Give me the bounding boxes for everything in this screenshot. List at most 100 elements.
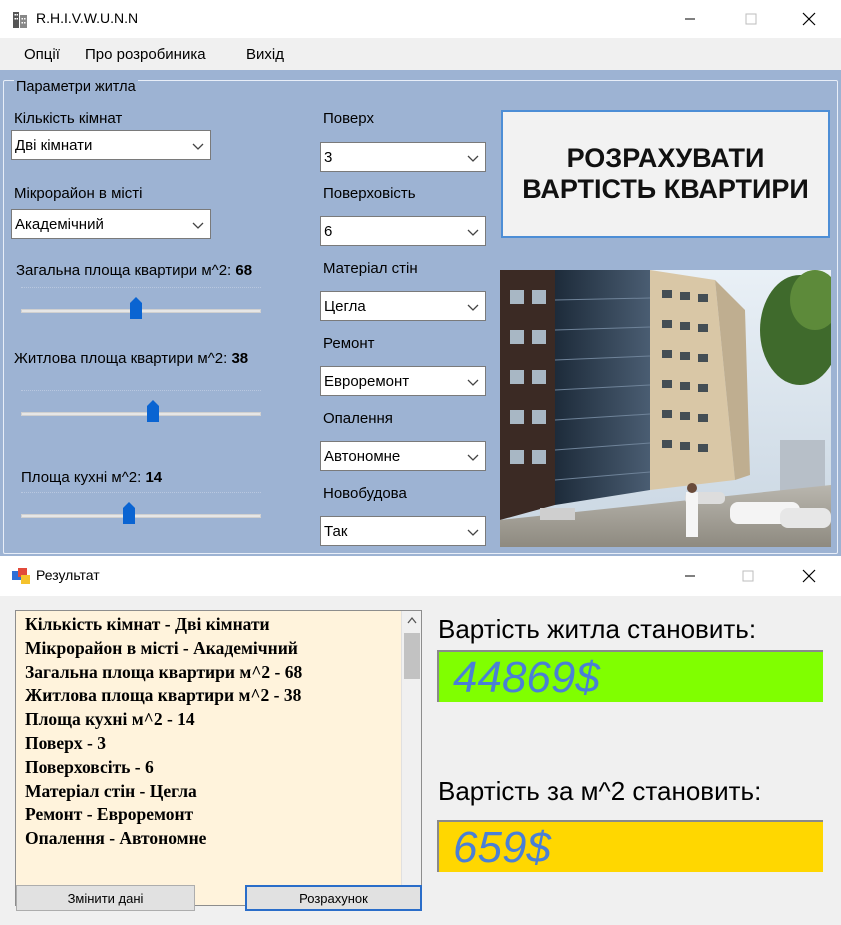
rooms-label: Кількість кімнат — [14, 110, 123, 127]
district-combobox[interactable]: Академічний — [11, 209, 211, 239]
close-button[interactable] — [786, 0, 832, 38]
calculate-price-button[interactable]: РОЗРАХУВАТИ ВАРТІСТЬ КВАРТИРИ — [501, 110, 830, 238]
listbox-scrollbar[interactable] — [401, 611, 421, 905]
close-icon — [802, 12, 816, 26]
maximize-icon — [742, 570, 754, 582]
living-area-label-text: Житлова площа квартири м^2: — [14, 350, 228, 367]
heating-value: Автономне — [324, 448, 401, 465]
wall-material-combobox[interactable]: Цегла — [320, 291, 486, 321]
chevron-down-icon — [192, 222, 204, 229]
slider-track — [21, 514, 261, 518]
calculate-button-line1: РОЗРАХУВАТИ — [566, 143, 765, 173]
slider-ticks — [21, 287, 261, 291]
floor-value: 3 — [324, 149, 333, 166]
main-titlebar: R.H.I.V.W.U.N.N — [0, 0, 841, 38]
menu-about[interactable]: Про розробиника — [85, 46, 206, 63]
list-item[interactable]: Матеріал стін - Цегла — [25, 780, 302, 804]
renovation-value: Евроремонт — [324, 373, 410, 390]
scroll-up-icon[interactable] — [407, 616, 417, 624]
district-value: Академічний — [15, 216, 104, 233]
district-label: Мікрорайон в місті — [14, 185, 143, 202]
list-item[interactable]: Опалення - Автономне — [25, 827, 302, 851]
wall-material-label: Матеріал стін — [323, 260, 418, 277]
per-m2-output: 659$ — [437, 820, 823, 872]
list-item[interactable]: Площа кухні м^2 - 14 — [25, 708, 302, 732]
slider-thumb[interactable] — [129, 297, 143, 319]
renovation-label: Ремонт — [323, 335, 375, 352]
new-building-combobox[interactable]: Так — [320, 516, 486, 546]
heating-combobox[interactable]: Автономне — [320, 441, 486, 471]
chevron-down-icon — [467, 529, 479, 536]
close-icon — [802, 569, 816, 583]
kitchen-area-value: 14 — [145, 469, 163, 486]
apartment-building-image — [500, 270, 831, 547]
groupbox-title: Параметри житла — [14, 79, 138, 95]
result-titlebar: Результат — [0, 556, 841, 596]
chevron-down-icon — [467, 155, 479, 162]
list-item[interactable]: Ремонт - Евроремонт — [25, 803, 302, 827]
parameters-panel: Параметри житла Кількість кімнат Дві кім… — [0, 70, 841, 556]
list-item[interactable]: Поверх - 3 — [25, 732, 302, 756]
rooms-value: Дві кімнати — [15, 137, 93, 154]
main-window: R.H.I.V.W.U.N.N Опції Про розробиника Ви… — [0, 0, 841, 556]
result-window: Результат Кількість кімнат - Дві кімнати… — [0, 556, 841, 925]
slider-thumb[interactable] — [146, 400, 160, 422]
kitchen-area-slider[interactable] — [21, 492, 261, 530]
kitchen-area-label: Площа кухні м^2: 14 — [21, 469, 162, 486]
price-value: 44869$ — [453, 653, 600, 702]
living-area-label: Житлова площа квартири м^2: 38 — [14, 350, 248, 367]
chevron-down-icon — [192, 143, 204, 150]
summary-list: Кількість кімнат - Дві кімнати Мікрорайо… — [25, 613, 302, 851]
result-minimize-button[interactable] — [667, 556, 713, 596]
menu-exit[interactable]: Вихід — [246, 46, 284, 63]
slider-track — [21, 412, 261, 416]
price-label: Вартість житла становить: — [438, 614, 757, 644]
kitchen-area-label-text: Площа кухні м^2: — [21, 469, 142, 486]
list-item[interactable]: Житлова площа квартири м^2 - 38 — [25, 684, 302, 708]
renovation-combobox[interactable]: Евроремонт — [320, 366, 486, 396]
minimize-icon — [685, 18, 695, 20]
chevron-down-icon — [467, 454, 479, 461]
total-area-slider[interactable] — [21, 287, 261, 325]
maximize-button[interactable] — [728, 0, 774, 38]
rooms-combobox[interactable]: Дві кімнати — [11, 130, 211, 160]
storeys-value: 6 — [324, 223, 333, 240]
total-area-label-text: Загальна площа квартири м^2: — [16, 262, 232, 279]
chevron-down-icon — [467, 304, 479, 311]
slider-ticks — [21, 492, 261, 496]
list-item[interactable]: Кількість кімнат - Дві кімнати — [25, 613, 302, 637]
window-title: R.H.I.V.W.U.N.N — [36, 10, 139, 26]
living-area-slider[interactable] — [21, 390, 261, 428]
new-building-label: Новобудова — [323, 485, 407, 502]
list-item[interactable]: Загальна площа квартири м^2 - 68 — [25, 661, 302, 685]
chevron-down-icon — [467, 379, 479, 386]
list-item[interactable]: Мікрорайон в місті - Академічний — [25, 637, 302, 661]
result-window-title: Результат — [36, 567, 100, 583]
new-building-value: Так — [324, 523, 348, 540]
floor-label: Поверх — [323, 110, 374, 127]
minimize-button[interactable] — [667, 0, 713, 38]
per-m2-value: 659$ — [453, 823, 551, 872]
per-m2-label: Вартість за м^2 становить: — [438, 776, 762, 806]
calculate-button[interactable]: Розрахунок — [245, 885, 422, 911]
building-icon — [13, 12, 27, 28]
calculate-button-line2: ВАРТІСТЬ КВАРТИРИ — [522, 174, 809, 204]
result-close-button[interactable] — [786, 556, 832, 596]
living-area-value: 38 — [231, 350, 249, 367]
minimize-icon — [685, 575, 695, 577]
maximize-icon — [745, 13, 757, 25]
slider-ticks — [21, 390, 261, 394]
change-data-button[interactable]: Змінити дані — [16, 885, 195, 911]
menu-options[interactable]: Опції — [24, 46, 60, 63]
result-maximize-button[interactable] — [725, 556, 771, 596]
heating-label: Опалення — [323, 410, 393, 427]
storeys-combobox[interactable]: 6 — [320, 216, 486, 246]
total-area-label: Загальна площа квартири м^2: 68 — [16, 262, 252, 279]
scrollbar-thumb[interactable] — [404, 633, 420, 679]
slider-thumb[interactable] — [122, 502, 136, 524]
floor-combobox[interactable]: 3 — [320, 142, 486, 172]
summary-listbox[interactable]: Кількість кімнат - Дві кімнати Мікрорайо… — [15, 610, 422, 906]
menubar: Опції Про розробиника Вихід — [0, 38, 841, 70]
list-item[interactable]: Поверховсіть - 6 — [25, 756, 302, 780]
app-window-icon — [12, 568, 30, 584]
